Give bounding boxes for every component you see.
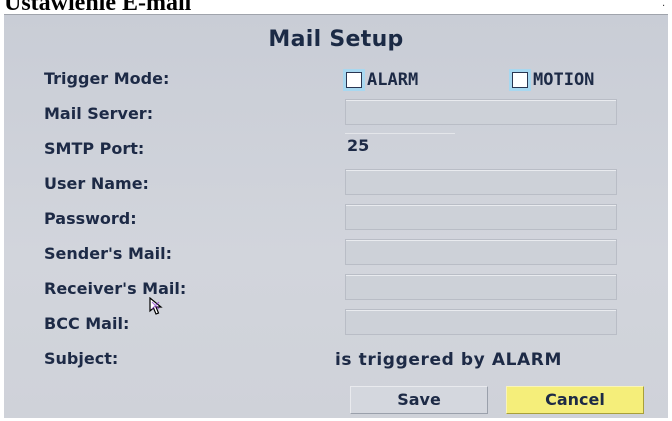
mail-server-label: Mail Server: bbox=[44, 104, 154, 123]
receiver-mail-input[interactable] bbox=[345, 274, 617, 300]
subject-input[interactable]: is triggered by ALARM bbox=[335, 350, 625, 370]
trigger-mode-label: Trigger Mode: bbox=[44, 69, 170, 88]
mail-server-input[interactable] bbox=[345, 99, 617, 125]
mouse-cursor-icon bbox=[149, 297, 163, 315]
user-name-label: User Name: bbox=[44, 174, 149, 193]
sender-mail-label: Sender's Mail: bbox=[44, 244, 173, 263]
cancel-button[interactable]: Cancel bbox=[506, 386, 644, 414]
motion-checkbox-option[interactable]: MOTION bbox=[512, 67, 594, 93]
alarm-checkbox-option[interactable]: ALARM bbox=[346, 67, 418, 93]
alarm-checkbox-label: ALARM bbox=[367, 70, 419, 90]
bcc-mail-input[interactable] bbox=[345, 309, 617, 335]
smtp-port-label: SMTP Port: bbox=[44, 139, 145, 158]
sender-mail-input[interactable] bbox=[345, 239, 617, 265]
corner-mark: . bbox=[662, 0, 666, 9]
motion-checkbox-label: MOTION bbox=[533, 70, 595, 90]
password-input[interactable] bbox=[345, 204, 617, 230]
alarm-checkbox[interactable] bbox=[346, 72, 362, 88]
receiver-mail-label: Receiver's Mail: bbox=[44, 279, 187, 298]
subject-label: Subject: bbox=[44, 349, 119, 368]
smtp-port-input[interactable]: 25 bbox=[345, 133, 455, 159]
mail-setup-screen: Mail Setup Trigger Mode: ALARM MOTION Ma… bbox=[4, 14, 668, 418]
motion-checkbox[interactable] bbox=[512, 72, 528, 88]
bcc-mail-label: BCC Mail: bbox=[44, 314, 130, 333]
dialog-title: Mail Setup bbox=[268, 27, 404, 52]
save-button[interactable]: Save bbox=[350, 386, 488, 414]
document-heading: Ustawienie E-mail bbox=[4, 0, 192, 16]
user-name-input[interactable] bbox=[345, 169, 617, 195]
password-label: Password: bbox=[44, 209, 137, 228]
